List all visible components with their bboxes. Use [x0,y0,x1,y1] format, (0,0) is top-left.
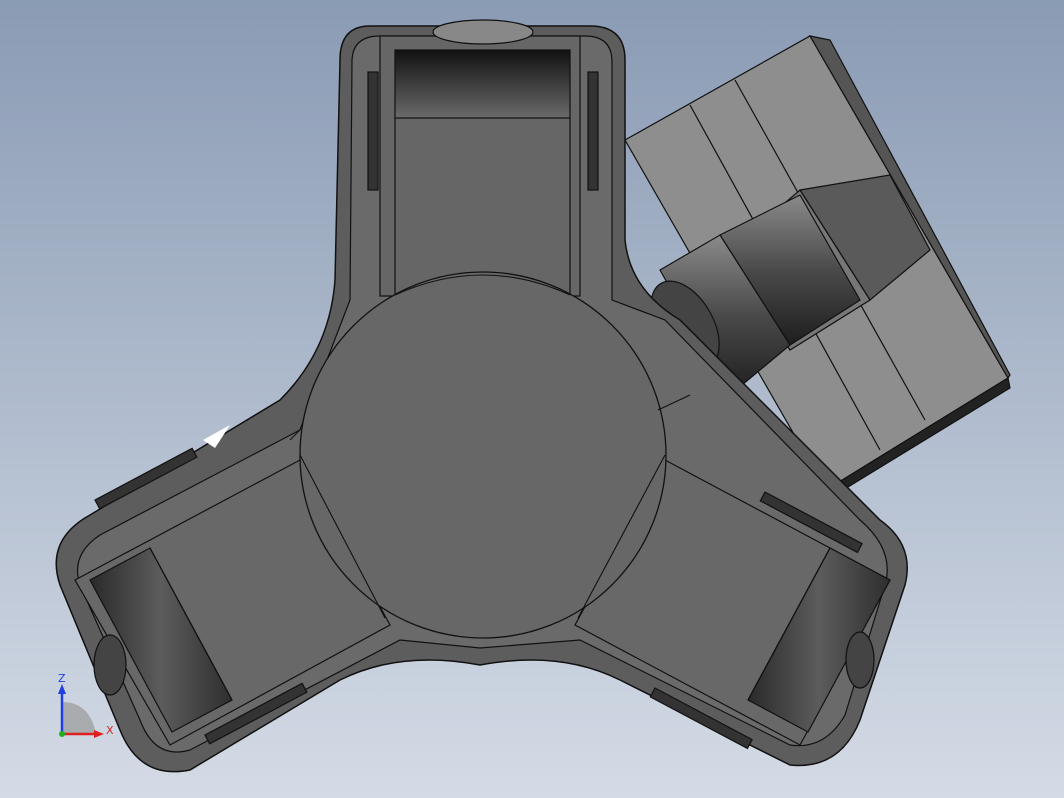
z-axis-label: Z [58,672,66,685]
model-render[interactable] [0,0,1064,798]
y-axis-icon [59,731,65,737]
coordinate-triad: Z X [58,672,114,738]
central-hub [299,271,667,639]
x-axis-label: X [106,724,114,737]
triad-plane [62,702,96,734]
top-arm [367,19,599,297]
cad-viewport[interactable]: Z X [0,0,1064,798]
